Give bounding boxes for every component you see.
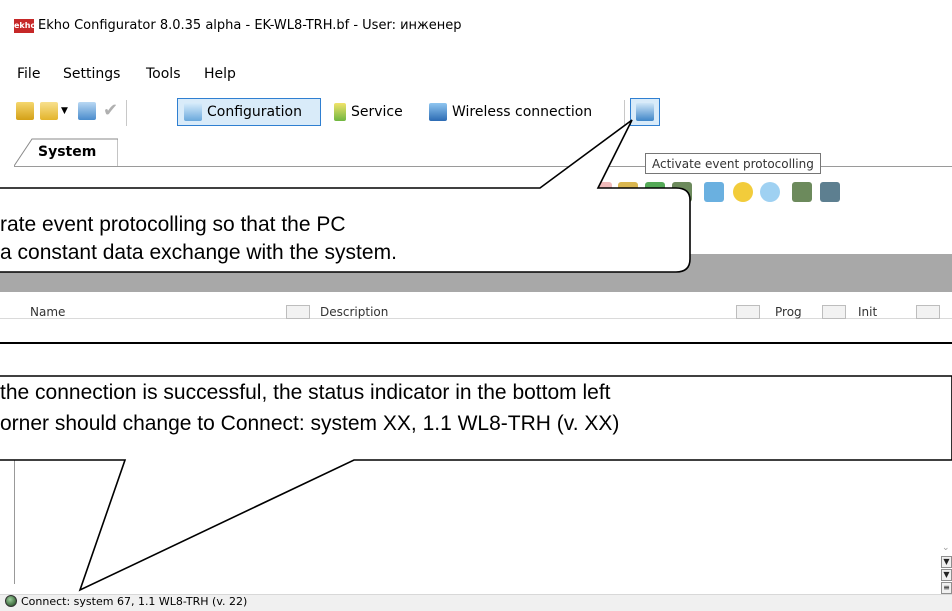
callout-top-line2: a constant data exchange with the system… <box>0 241 397 264</box>
callout-overlay <box>0 119 952 592</box>
callout-bottom-line2: orner should change to Connect: system X… <box>0 412 620 435</box>
tooltip: Activate event protocolling <box>645 153 821 174</box>
